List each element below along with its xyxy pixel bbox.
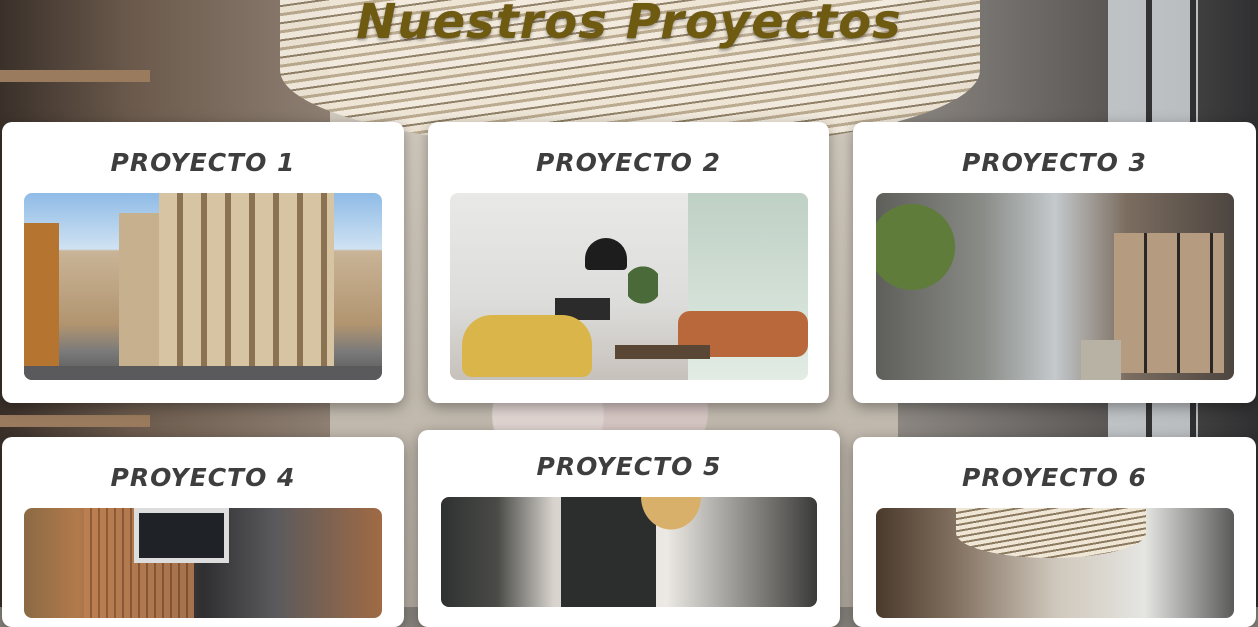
project-card-6[interactable]: PROYECTO 6 xyxy=(853,437,1256,627)
page-title: Nuestros Proyectos xyxy=(356,0,902,50)
project-title: PROYECTO 6 xyxy=(962,463,1147,492)
project-image[interactable] xyxy=(24,508,382,618)
project-title: PROYECTO 3 xyxy=(962,148,1147,177)
project-card-1[interactable]: PROYECTO 1 xyxy=(2,122,404,403)
project-title: PROYECTO 2 xyxy=(536,148,721,177)
project-image[interactable] xyxy=(449,193,808,380)
project-card-4[interactable]: PROYECTO 4 xyxy=(2,437,404,627)
project-title: PROYECTO 5 xyxy=(536,452,722,481)
project-image[interactable] xyxy=(441,497,817,607)
project-image[interactable] xyxy=(875,193,1234,380)
project-title: PROYECTO 1 xyxy=(110,148,296,177)
project-card-2[interactable]: PROYECTO 2 xyxy=(428,122,829,403)
project-card-5[interactable]: PROYECTO 5 xyxy=(418,430,840,627)
project-title: PROYECTO 4 xyxy=(110,463,296,492)
project-card-3[interactable]: PROYECTO 3 xyxy=(853,122,1256,403)
project-image[interactable] xyxy=(24,193,382,380)
project-image[interactable] xyxy=(875,508,1234,618)
background-shelf xyxy=(0,415,150,427)
background-shelf xyxy=(0,70,150,82)
